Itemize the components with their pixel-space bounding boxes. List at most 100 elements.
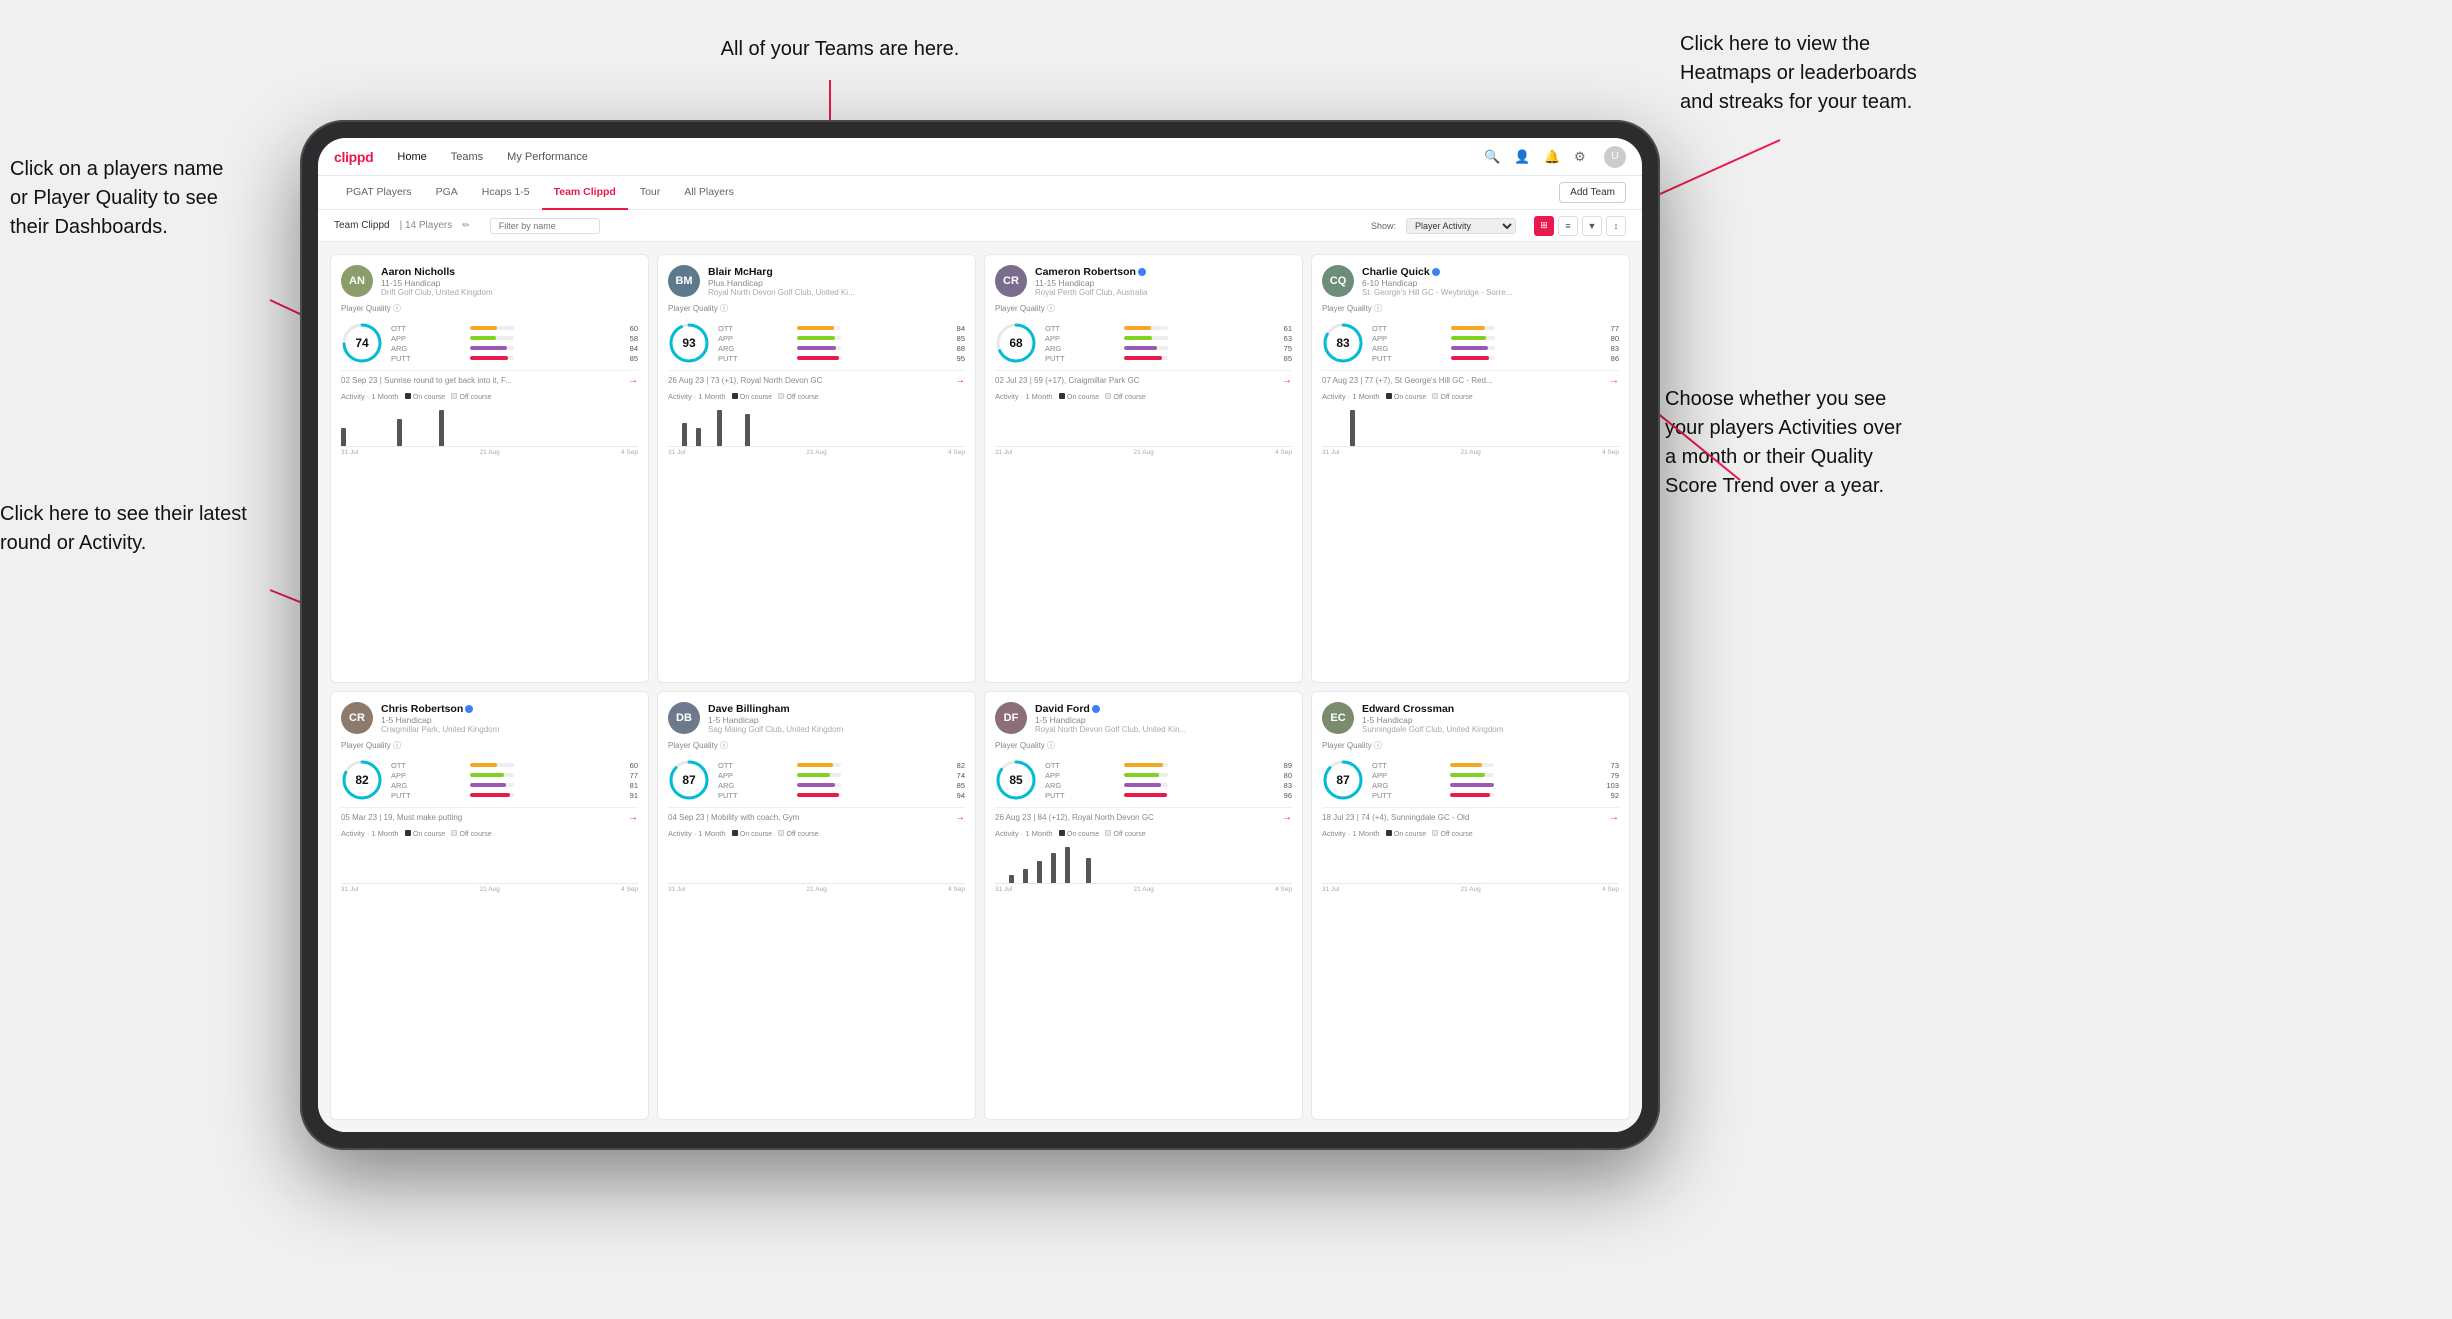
quality-label[interactable]: Player Quality ⓘ [1322,740,1619,751]
add-team-button[interactable]: Add Team [1559,182,1626,203]
verified-badge [1138,268,1146,276]
tab-team-clippd[interactable]: Team Clippd [542,176,628,210]
player-card[interactable]: DB Dave Billingham 1-5 Handicap Sag Main… [657,691,976,1120]
mini-chart [668,840,965,884]
player-name[interactable]: Cameron Robertson [1035,266,1292,278]
bell-icon[interactable]: 🔔 [1544,149,1560,165]
activity-section: Activity · 1 Month On course Off course … [341,392,638,456]
verified-badge [1092,705,1100,713]
player-name[interactable]: David Ford [1035,703,1292,715]
arg-label: ARG [1372,781,1446,790]
nav-my-performance[interactable]: My Performance [507,151,588,163]
quality-circle[interactable]: 85 [995,759,1037,801]
search-icon[interactable]: 🔍 [1484,149,1500,165]
quality-label[interactable]: Player Quality ⓘ [995,740,1292,751]
player-card[interactable]: CQ Charlie Quick 6-10 Handicap St. Georg… [1311,254,1630,683]
player-card[interactable]: CR Cameron Robertson 11-15 Handicap Roya… [984,254,1303,683]
player-avatar: AN [341,265,373,297]
quality-circle[interactable]: 68 [995,322,1037,364]
profile-icon[interactable]: 👤 [1514,149,1530,165]
app-label: APP [1372,334,1447,343]
latest-round[interactable]: 18 Jul 23 | 74 (+4), Sunningdale GC - Ol… [1322,807,1619,823]
player-card[interactable]: AN Aaron Nicholls 11-15 Handicap Drift G… [330,254,649,683]
player-name[interactable]: Charlie Quick [1362,266,1619,278]
quality-circle[interactable]: 82 [341,759,383,801]
on-course-label: On course [413,394,445,401]
player-card[interactable]: BM Blair McHarg Plus Handicap Royal Nort… [657,254,976,683]
quality-label[interactable]: Player Quality ⓘ [668,740,965,751]
putt-label: PUTT [718,791,793,800]
on-course-dot [1059,830,1065,836]
nav-home[interactable]: Home [397,151,426,163]
quality-label[interactable]: Player Quality ⓘ [341,740,638,751]
player-avatar: CQ [1322,265,1354,297]
latest-round[interactable]: 26 Aug 23 | 73 (+1), Royal North Devon G… [668,370,965,386]
player-name[interactable]: Chris Robertson [381,703,638,715]
latest-round[interactable]: 26 Aug 23 | 84 (+12), Royal North Devon … [995,807,1292,823]
grid-view-button[interactable]: ⊞ [1534,216,1554,236]
latest-round[interactable]: 02 Sep 23 | Sunrise round to get back in… [341,370,638,386]
player-name[interactable]: Dave Billingham [708,703,965,715]
round-arrow-icon: → [1609,812,1619,823]
tab-hcaps[interactable]: Hcaps 1-5 [470,176,542,210]
nav-teams[interactable]: Teams [451,151,483,163]
player-card[interactable]: CR Chris Robertson 1-5 Handicap Craigmil… [330,691,649,1120]
player-card[interactable]: EC Edward Crossman 1-5 Handicap Sunningd… [1311,691,1630,1120]
tab-tour[interactable]: Tour [628,176,672,210]
stats-grid: OTT 60 APP 77 ARG 81 PUTT 91 [391,761,638,800]
quality-circle[interactable]: 87 [668,759,710,801]
player-name[interactable]: Edward Crossman [1362,703,1619,715]
quality-label[interactable]: Player Quality ⓘ [341,303,638,314]
show-select[interactable]: Player Activity Quality Score Trend [1406,218,1516,234]
quality-section: 68 OTT 61 APP 63 ARG 75 PUTT 85 [995,322,1292,364]
chart-date: 31 Jul [668,886,685,893]
off-course-label: Off course [460,831,492,838]
player-club: Sunningdale Golf Club, United Kingdom [1362,725,1619,734]
player-info: David Ford 1-5 Handicap Royal North Devo… [1035,703,1292,734]
latest-round[interactable]: 05 Mar 23 | 19, Must make putting → [341,807,638,823]
off-course-label: Off course [1441,831,1473,838]
tab-pga[interactable]: PGA [424,176,470,210]
latest-round[interactable]: 07 Aug 23 | 77 (+7), St George's Hill GC… [1322,370,1619,386]
verified-badge [465,705,473,713]
player-card[interactable]: DF David Ford 1-5 Handicap Royal North D… [984,691,1303,1120]
player-header: DB Dave Billingham 1-5 Handicap Sag Main… [668,702,965,734]
filter-button[interactable]: ▼ [1582,216,1602,236]
player-handicap: 11-15 Handicap [1035,278,1292,288]
arg-label: ARG [718,781,793,790]
quality-label[interactable]: Player Quality ⓘ [668,303,965,314]
annotation-heatmaps: Click here to view theHeatmaps or leader… [1680,30,2000,117]
activity-section: Activity · 1 Month On course Off course … [1322,829,1619,893]
settings-icon[interactable]: ⚙ [1574,149,1590,165]
activity-section: Activity · 1 Month On course Off course … [668,829,965,893]
quality-label[interactable]: Player Quality ⓘ [1322,303,1619,314]
quality-section: 87 OTT 82 APP 74 ARG 85 PUTT 94 [668,759,965,801]
quality-number: 93 [682,336,695,350]
list-view-button[interactable]: ≡ [1558,216,1578,236]
user-avatar[interactable]: U [1604,146,1626,168]
player-handicap: 1-5 Handicap [1035,715,1292,725]
latest-round[interactable]: 04 Sep 23 | Mobility with coach, Gym → [668,807,965,823]
tab-pgat-players[interactable]: PGAT Players [334,176,424,210]
sub-nav: PGAT Players PGA Hcaps 1-5 Team Clippd T… [318,176,1642,210]
putt-value: 86 [1555,354,1619,363]
quality-circle[interactable]: 93 [668,322,710,364]
player-name[interactable]: Aaron Nicholls [381,266,638,278]
round-text: 26 Aug 23 | 84 (+12), Royal North Devon … [995,813,1282,822]
ott-label: OTT [391,761,466,770]
quality-circle[interactable]: 83 [1322,322,1364,364]
quality-label[interactable]: Player Quality ⓘ [995,303,1292,314]
sort-button[interactable]: ↕ [1606,216,1626,236]
latest-round[interactable]: 02 Jul 23 | 59 (+17), Craigmillar Park G… [995,370,1292,386]
chart-date: 4 Sep [948,886,965,893]
arg-value: 88 [901,344,965,353]
quality-circle[interactable]: 74 [341,322,383,364]
quality-section: 85 OTT 89 APP 80 ARG 83 PUTT 96 [995,759,1292,801]
edit-icon[interactable]: ✏ [462,220,470,231]
player-header: AN Aaron Nicholls 11-15 Handicap Drift G… [341,265,638,297]
filter-input[interactable] [490,218,600,234]
putt-label: PUTT [1045,791,1120,800]
quality-circle[interactable]: 87 [1322,759,1364,801]
player-name[interactable]: Blair McHarg [708,266,965,278]
tab-all-players[interactable]: All Players [672,176,746,210]
